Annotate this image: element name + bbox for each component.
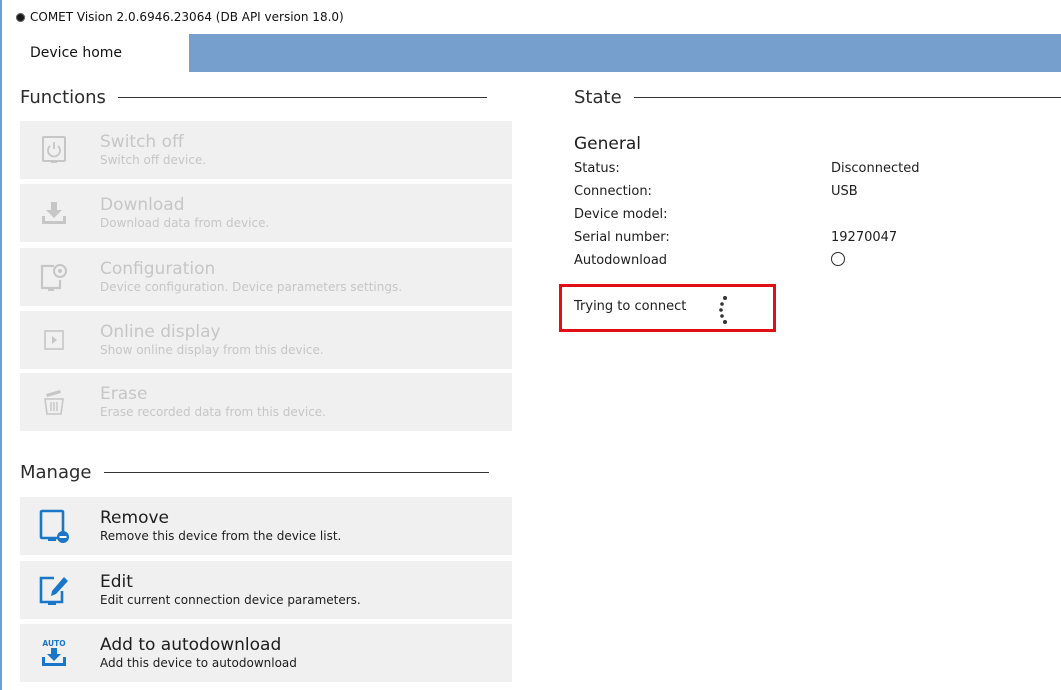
app-logo-icon (16, 12, 25, 22)
autodownload-description: Add this device to autodownload (100, 656, 297, 670)
status-value: Disconnected (831, 161, 920, 176)
manage-heading-label: Manage (20, 462, 92, 483)
download-button[interactable]: Download Download data from device. (20, 184, 512, 242)
state-heading-label: State (574, 87, 622, 108)
window-title: COMET Vision 2.0.6946.23064 (DB API vers… (30, 10, 344, 24)
configuration-description: Device configuration. Device parameters … (100, 280, 403, 294)
switch-off-description: Switch off device. (100, 153, 207, 167)
tab-bar: Device home (4, 34, 1061, 72)
connection-value: USB (831, 184, 858, 199)
auto-icon-text: AUTO (42, 639, 65, 648)
state-heading: State (574, 87, 1061, 108)
edit-device-button[interactable]: Edit Edit current connection device para… (20, 561, 512, 619)
add-to-autodownload-button[interactable]: AUTO Add to autodownload Add this device… (20, 624, 512, 682)
configuration-button[interactable]: Configuration Device configuration. Devi… (20, 248, 512, 306)
switch-off-title: Switch off (100, 132, 184, 152)
device-settings-icon (38, 261, 70, 293)
autodownload-indicator (831, 252, 845, 266)
trash-icon (38, 386, 70, 418)
device-model-label: Device model: (574, 207, 668, 222)
online-display-button[interactable]: Online display Show online display from … (20, 311, 512, 369)
device-edit-icon (38, 574, 70, 606)
device-remove-icon (38, 509, 70, 543)
manage-heading: Manage (20, 462, 512, 483)
title-bar: COMET Vision 2.0.6946.23064 (DB API vers… (4, 0, 1061, 34)
download-description: Download data from device. (100, 216, 270, 230)
autodownload-label: Autodownload (574, 253, 668, 268)
status-label: Status: (574, 161, 620, 176)
tab-label: Device home (30, 45, 123, 61)
switch-off-button[interactable]: Switch off Switch off device. (20, 121, 512, 179)
remove-title: Remove (100, 508, 169, 528)
edit-title: Edit (100, 572, 133, 592)
erase-title: Erase (100, 384, 148, 404)
functions-heading: Functions (20, 87, 512, 108)
download-icon (38, 197, 70, 229)
general-title: General (574, 134, 641, 154)
autodownload-title: Add to autodownload (100, 635, 282, 655)
serial-number-label: Serial number: (574, 230, 670, 245)
online-display-title: Online display (100, 322, 221, 342)
connecting-status-text: Trying to connect (574, 299, 687, 314)
connection-label: Connection: (574, 184, 652, 199)
remove-description: Remove this device from the device list. (100, 529, 342, 543)
tab-device-home[interactable]: Device home (4, 34, 189, 72)
configuration-title: Configuration (100, 259, 216, 279)
erase-description: Erase recorded data from this device. (100, 405, 326, 419)
functions-divider (117, 97, 487, 98)
auto-download-icon: AUTO (38, 637, 70, 669)
functions-heading-label: Functions (20, 87, 106, 108)
edit-description: Edit current connection device parameter… (100, 593, 361, 607)
play-icon (38, 324, 70, 356)
loading-spinner-icon (716, 294, 736, 328)
download-title: Download (100, 195, 185, 215)
serial-number-value: 19270047 (831, 230, 898, 245)
power-icon (38, 134, 70, 166)
remove-device-button[interactable]: Remove Remove this device from the devic… (20, 497, 512, 555)
erase-button[interactable]: Erase Erase recorded data from this devi… (20, 373, 512, 431)
online-display-description: Show online display from this device. (100, 343, 324, 357)
app-window: COMET Vision 2.0.6946.23064 (DB API vers… (0, 0, 1061, 690)
manage-divider (103, 472, 489, 473)
state-divider (633, 97, 1061, 98)
